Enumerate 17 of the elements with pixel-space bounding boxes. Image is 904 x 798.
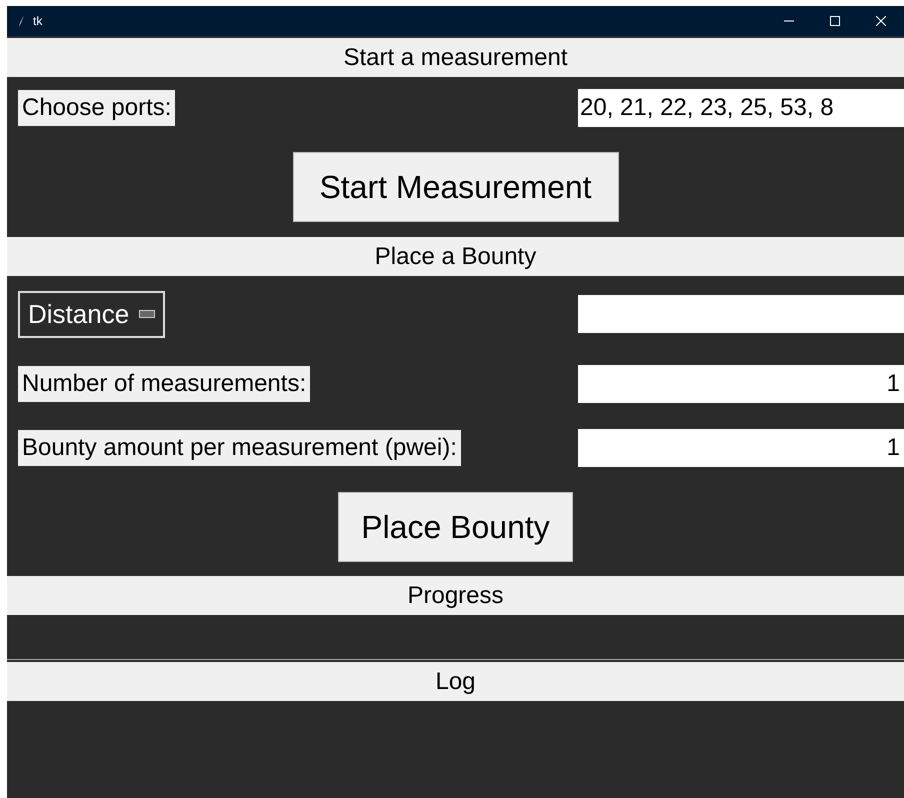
feather-icon xyxy=(19,15,25,27)
start-measurement-button[interactable]: Start Measurement xyxy=(292,152,618,222)
window-title: tk xyxy=(33,14,44,28)
ports-field[interactable]: 20, 21, 22, 23, 25, 53, 8 xyxy=(578,89,904,127)
dropdown-indicator-icon xyxy=(139,310,156,318)
distance-dropdown[interactable]: Distance xyxy=(18,290,166,338)
field-label: Number of measurements: xyxy=(18,366,310,402)
input-field[interactable]: 1 xyxy=(578,365,904,403)
section-header: Progress xyxy=(7,576,904,615)
input-field[interactable]: 1 xyxy=(578,429,904,467)
section-header: Place a Bounty xyxy=(7,237,904,276)
section-header: Log xyxy=(7,662,904,701)
input-field[interactable] xyxy=(578,295,904,333)
ports-label: Choose ports: xyxy=(18,90,176,126)
place-bounty-button[interactable]: Place Bounty xyxy=(338,492,573,562)
field-label: Bounty amount per measurement (pwei): xyxy=(18,430,461,466)
section-header: Start a measurement xyxy=(7,38,904,77)
